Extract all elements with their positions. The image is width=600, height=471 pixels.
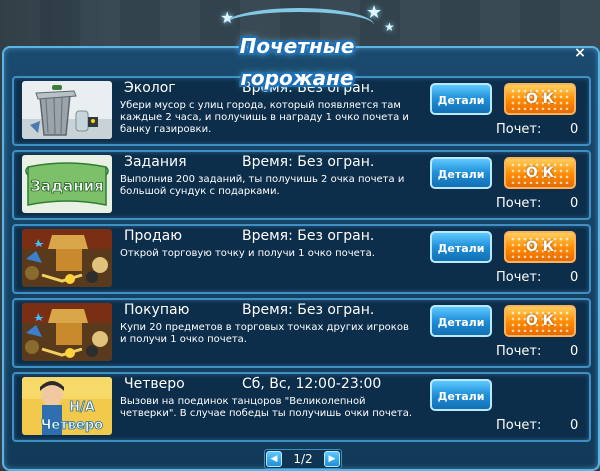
quest-time: Время: Без огран.	[242, 154, 375, 170]
ok-button-label: О К	[525, 91, 555, 107]
details-button[interactable]: Детали	[430, 379, 492, 411]
quest-title: Продаю	[124, 228, 183, 244]
previous-page-button[interactable]: ◀	[266, 451, 282, 467]
quest-description: Выполнив 200 заданий, ты получишь 2 очка…	[120, 174, 405, 197]
window-banner: ★ ★ ★ Почетные горожане	[170, 2, 420, 90]
honor-score-label: Почет:	[496, 122, 542, 137]
ok-button[interactable]: О К	[504, 231, 576, 263]
honor-score-label: Почет:	[496, 418, 542, 433]
quest-description: Открой торговую точку и получи 1 очко по…	[120, 248, 375, 259]
details-button[interactable]: Детали	[430, 157, 492, 189]
quest-title: Покупаю	[124, 302, 190, 318]
quest-title: Эколог	[124, 80, 176, 96]
honor-score-label: Почет:	[496, 270, 542, 285]
ok-button[interactable]: О К	[504, 157, 576, 189]
quest-time: Время: Без огран.	[242, 302, 375, 318]
trash-can-icon	[22, 81, 112, 139]
ok-button-label: О К	[525, 313, 555, 329]
star-icon: ★	[366, 2, 383, 23]
thumb-caption: Задания	[30, 177, 104, 195]
quest-time: Время: Без огран.	[242, 228, 375, 244]
quest-description: Купи 20 предметов в торговых точках друг…	[120, 322, 409, 345]
honor-score-value: 0	[570, 418, 579, 433]
pagination: ◀ 1/2 ▶	[264, 449, 342, 469]
quest-title: Четверо	[124, 376, 185, 392]
next-page-button[interactable]: ▶	[324, 451, 340, 467]
quest-title: Задания	[124, 154, 187, 170]
honor-score-value: 0	[570, 270, 579, 285]
details-button[interactable]: Детали	[430, 83, 492, 115]
thumb-caption-top: Н/А	[69, 400, 95, 415]
market-stall-icon	[22, 229, 112, 287]
thumb-caption: Четверо	[41, 418, 103, 433]
details-button[interactable]: Детали	[430, 305, 492, 337]
quest-time: Сб, Вс, 12:00-23:00	[242, 376, 382, 392]
honor-score-label: Почет:	[496, 344, 542, 359]
ok-button[interactable]: О К	[504, 83, 576, 115]
quest-row-sell: Продаю Время: Без огран. Открой торговую…	[12, 224, 591, 294]
tasks-scroll-icon: Задания	[22, 155, 112, 213]
page-indicator: 1/2	[293, 452, 313, 466]
honor-score-value: 0	[570, 344, 579, 359]
quest-row-buy: Покупаю Время: Без огран. Купи 20 предме…	[12, 298, 591, 368]
quest-description: Вызови на поединок танцоров "Великолепно…	[120, 396, 413, 419]
ok-button-label: О К	[525, 239, 555, 255]
window-title: Почетные горожане	[239, 34, 355, 90]
quest-row-tasks: Задания Задания Время: Без огран. Выполн…	[12, 150, 591, 220]
honor-score-label: Почет:	[496, 196, 542, 211]
details-button[interactable]: Детали	[430, 231, 492, 263]
ok-button[interactable]: О К	[504, 305, 576, 337]
honor-score-value: 0	[570, 196, 579, 211]
quest-description: Убери мусор с улиц города, который появл…	[120, 100, 409, 135]
market-stall-icon	[22, 303, 112, 361]
quest-row-four: Н/А Четверо Четверо Сб, Вс, 12:00-23:00 …	[12, 372, 591, 442]
honor-score-value: 0	[570, 122, 579, 137]
star-icon: ★	[220, 8, 235, 27]
close-button[interactable]: ×	[572, 45, 588, 61]
dancer-icon: Н/А Четверо	[22, 377, 112, 435]
ok-button-label: О К	[525, 165, 555, 181]
